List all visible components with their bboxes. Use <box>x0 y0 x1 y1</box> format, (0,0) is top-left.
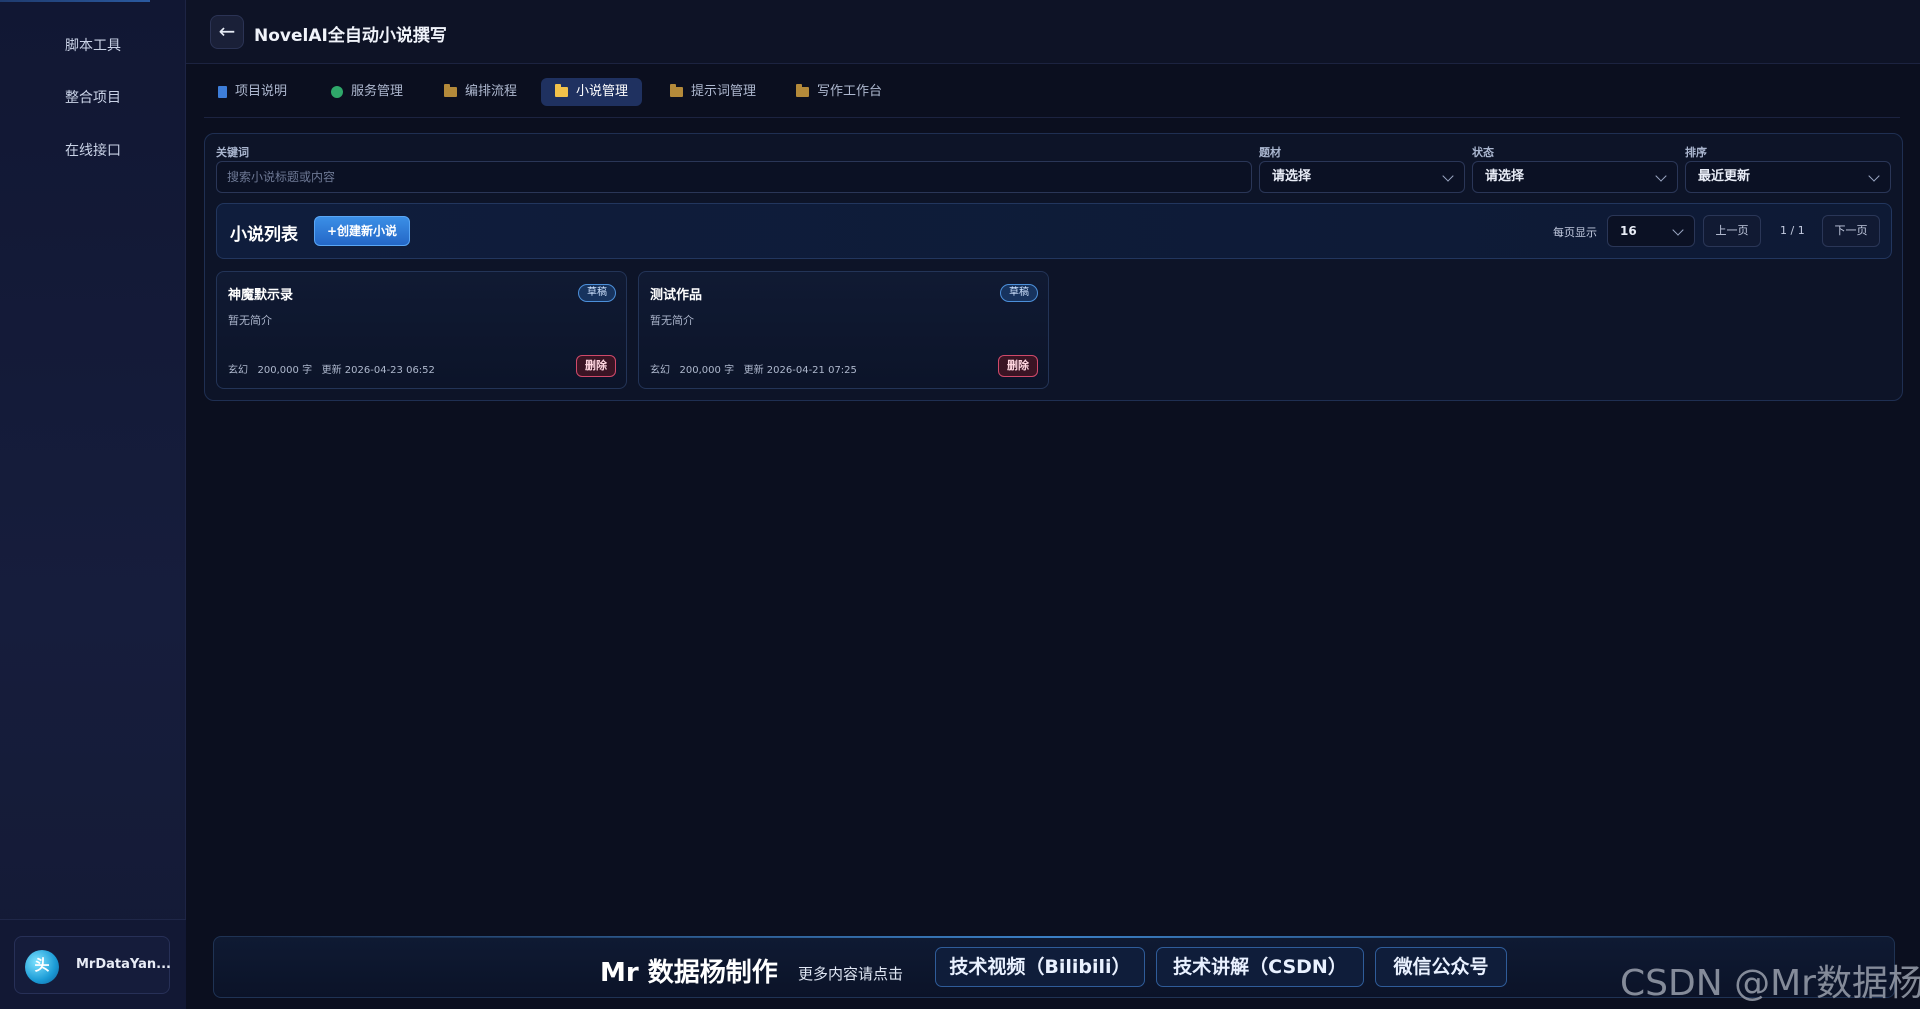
list-title: 小说列表 <box>230 225 298 245</box>
novel-card[interactable]: 测试作品 草稿 暂无简介 玄幻 200,000 字 更新 2026-04-21 … <box>638 271 1049 389</box>
prev-page-button[interactable]: 上一页 <box>1703 215 1761 247</box>
app-header: ← NovelAI全自动小说撰写 <box>186 0 1920 64</box>
dot-icon <box>331 85 343 98</box>
folder-icon <box>444 83 457 97</box>
chevron-down-icon <box>1672 224 1684 236</box>
tab-workflow[interactable]: 编排流程 <box>430 78 531 106</box>
per-page-value: 16 <box>1620 224 1637 238</box>
novel-description: 暂无简介 <box>650 314 694 327</box>
novel-card[interactable]: 神魔默示录 草稿 暂无简介 玄幻 200,000 字 更新 2026-04-23… <box>216 271 627 389</box>
tab-writing-workbench[interactable]: 写作工作台 <box>782 78 896 106</box>
sidebar-item-script-tools[interactable]: 脚本工具 <box>0 28 186 64</box>
user-card[interactable]: 头 MrDataYan... <box>14 936 171 994</box>
brand-subtitle: 更多内容请点击 <box>798 965 904 983</box>
tab-divider <box>204 117 1900 118</box>
chevron-down-icon <box>1655 170 1667 182</box>
per-page-label: 每页显示 <box>1553 226 1597 239</box>
watermark: CSDN @Mr数据杨 <box>1620 963 1920 1004</box>
tab-novel-management[interactable]: 小说管理 <box>541 78 643 106</box>
tab-label: 写作工作台 <box>817 84 883 99</box>
sidebar: 脚本工具 整合项目 在线接口 头 MrDataYan... <box>0 0 186 1009</box>
folder-icon <box>796 83 809 97</box>
delete-button[interactable]: 删除 <box>998 355 1038 377</box>
folder-icon <box>670 83 683 97</box>
status-badge: 草稿 <box>578 284 616 302</box>
status-select[interactable]: 请选择 <box>1472 161 1678 193</box>
chevron-down-icon <box>1442 170 1454 182</box>
sort-select-value: 最近更新 <box>1698 169 1751 184</box>
chevron-down-icon <box>1868 170 1880 182</box>
csdn-link-button[interactable]: 技术讲解（CSDN） <box>1156 947 1364 987</box>
wechat-link-button[interactable]: 微信公众号 <box>1375 947 1507 987</box>
novel-meta: 玄幻 200,000 字 更新 2026-04-21 07:25 <box>650 365 857 376</box>
page-title: NovelAI全自动小说撰写 <box>254 26 447 46</box>
status-label: 状态 <box>1472 146 1494 159</box>
status-select-value: 请选择 <box>1485 169 1525 184</box>
next-page-button[interactable]: 下一页 <box>1822 215 1880 247</box>
brand-title: Mr 数据杨制作 <box>600 958 778 988</box>
sidebar-accent-line <box>0 0 150 2</box>
back-arrow-icon: ← <box>218 19 236 43</box>
page-info: 1 / 1 <box>1780 224 1805 237</box>
tab-project-intro[interactable]: 项目说明 <box>204 78 301 106</box>
tab-label: 小说管理 <box>576 84 629 99</box>
genre-select-value: 请选择 <box>1272 169 1312 184</box>
novel-list-header: 小说列表 +创建新小说 每页显示 16 上一页 1 / 1 下一页 <box>216 203 1892 259</box>
create-novel-button[interactable]: +创建新小说 <box>314 216 411 246</box>
tab-label: 项目说明 <box>235 84 288 99</box>
back-button[interactable]: ← <box>210 15 244 49</box>
sort-label: 排序 <box>1685 146 1707 159</box>
per-page-select[interactable]: 16 <box>1607 215 1695 247</box>
tab-prompt-management[interactable]: 提示词管理 <box>656 78 770 106</box>
avatar: 头 <box>25 950 59 984</box>
search-input[interactable] <box>216 161 1252 193</box>
book-icon <box>218 85 227 98</box>
novel-description: 暂无简介 <box>228 314 272 327</box>
sort-select[interactable]: 最近更新 <box>1685 161 1891 193</box>
sidebar-footer: 头 MrDataYan... <box>0 919 186 1009</box>
novel-title: 测试作品 <box>650 288 703 303</box>
tab-label: 编排流程 <box>465 84 518 99</box>
novel-meta: 玄幻 200,000 字 更新 2026-04-23 06:52 <box>228 365 435 376</box>
novel-title: 神魔默示录 <box>228 288 294 303</box>
tab-label: 提示词管理 <box>691 84 757 99</box>
sidebar-item-integrated-projects[interactable]: 整合项目 <box>0 80 186 116</box>
user-name: MrDataYan... <box>76 957 171 972</box>
folder-icon <box>555 83 568 97</box>
status-badge: 草稿 <box>1000 284 1038 302</box>
bilibili-link-button[interactable]: 技术视频（Bilibili） <box>935 947 1145 987</box>
genre-select[interactable]: 请选择 <box>1259 161 1465 193</box>
novel-management-panel: 关键词 题材 请选择 状态 请选择 排序 最近更新 小说列表 +创建新小说 每页… <box>204 133 1903 401</box>
tab-label: 服务管理 <box>351 84 404 99</box>
delete-button[interactable]: 删除 <box>576 355 616 377</box>
sidebar-item-online-api[interactable]: 在线接口 <box>0 133 186 169</box>
tab-service-management[interactable]: 服务管理 <box>317 78 417 106</box>
genre-label: 题材 <box>1259 146 1281 159</box>
keyword-label: 关键词 <box>216 146 249 159</box>
